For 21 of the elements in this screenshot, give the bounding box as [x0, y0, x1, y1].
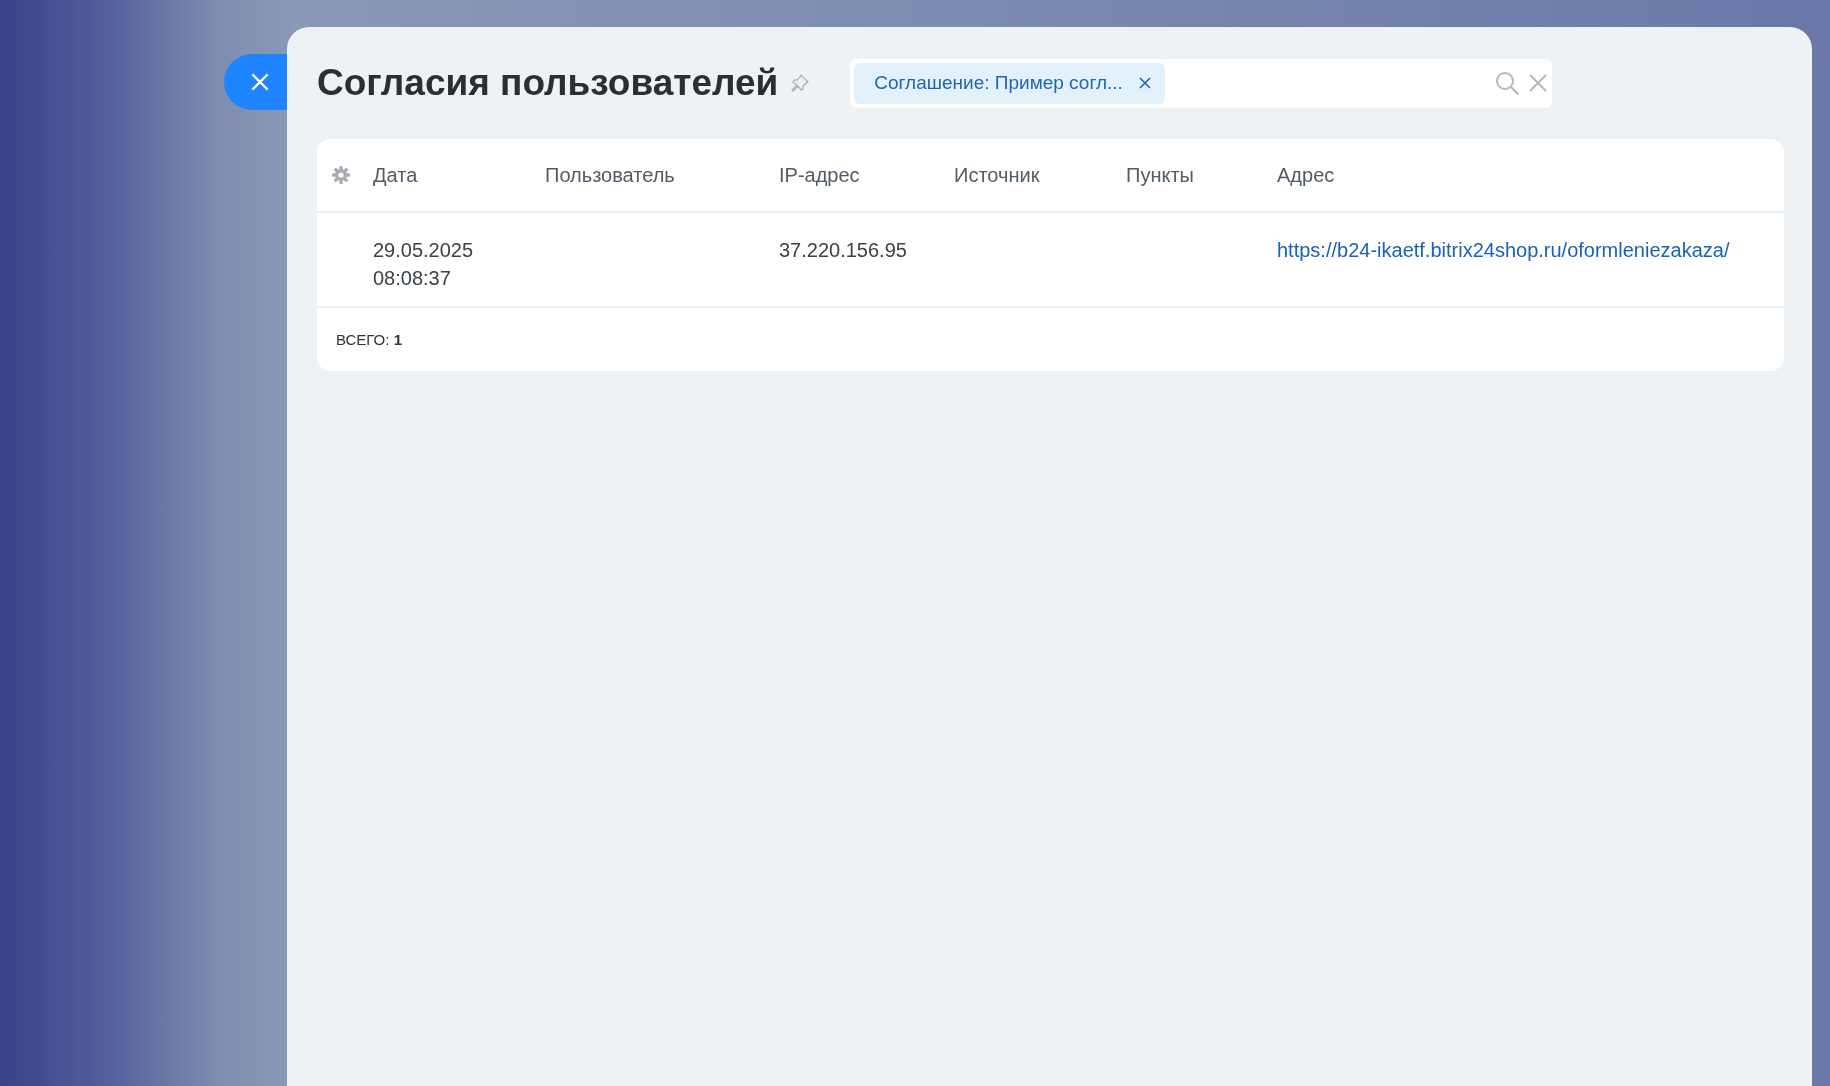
table-cell: 08:08:37	[373, 267, 451, 289]
filter-tag-label: Соглашение: Пример согл...	[874, 72, 1123, 94]
clear-icon[interactable]	[1528, 73, 1549, 93]
column-header[interactable]: Пользователь	[545, 163, 675, 187]
close-icon	[250, 73, 269, 91]
address-link[interactable]: https://b24-ikaetf.bitrix24shop.ru/oformleniezakaza/	[1277, 239, 1730, 261]
close-button[interactable]	[224, 54, 287, 110]
total-count: ВСЕГО: 1	[336, 331, 402, 348]
column-header[interactable]: Адрес	[1277, 163, 1335, 187]
column-header[interactable]: Дата	[373, 163, 418, 187]
panel-title: Согласия пользователей	[317, 62, 779, 104]
filter-search-field[interactable]: Соглашение: Пример согл...	[850, 58, 1553, 108]
table-cell: 29.05.2025	[373, 239, 474, 261]
column-header[interactable]: Пункты	[1126, 163, 1194, 187]
pin-icon[interactable]	[790, 73, 811, 93]
column-header[interactable]: Источник	[954, 163, 1040, 187]
search-icon[interactable]	[1494, 70, 1521, 96]
column-header[interactable]: IP-адрес	[779, 163, 860, 187]
table-cell: 37.220.156.95	[779, 239, 907, 261]
remove-icon[interactable]	[1138, 77, 1151, 89]
settings-icon[interactable]	[331, 165, 351, 185]
